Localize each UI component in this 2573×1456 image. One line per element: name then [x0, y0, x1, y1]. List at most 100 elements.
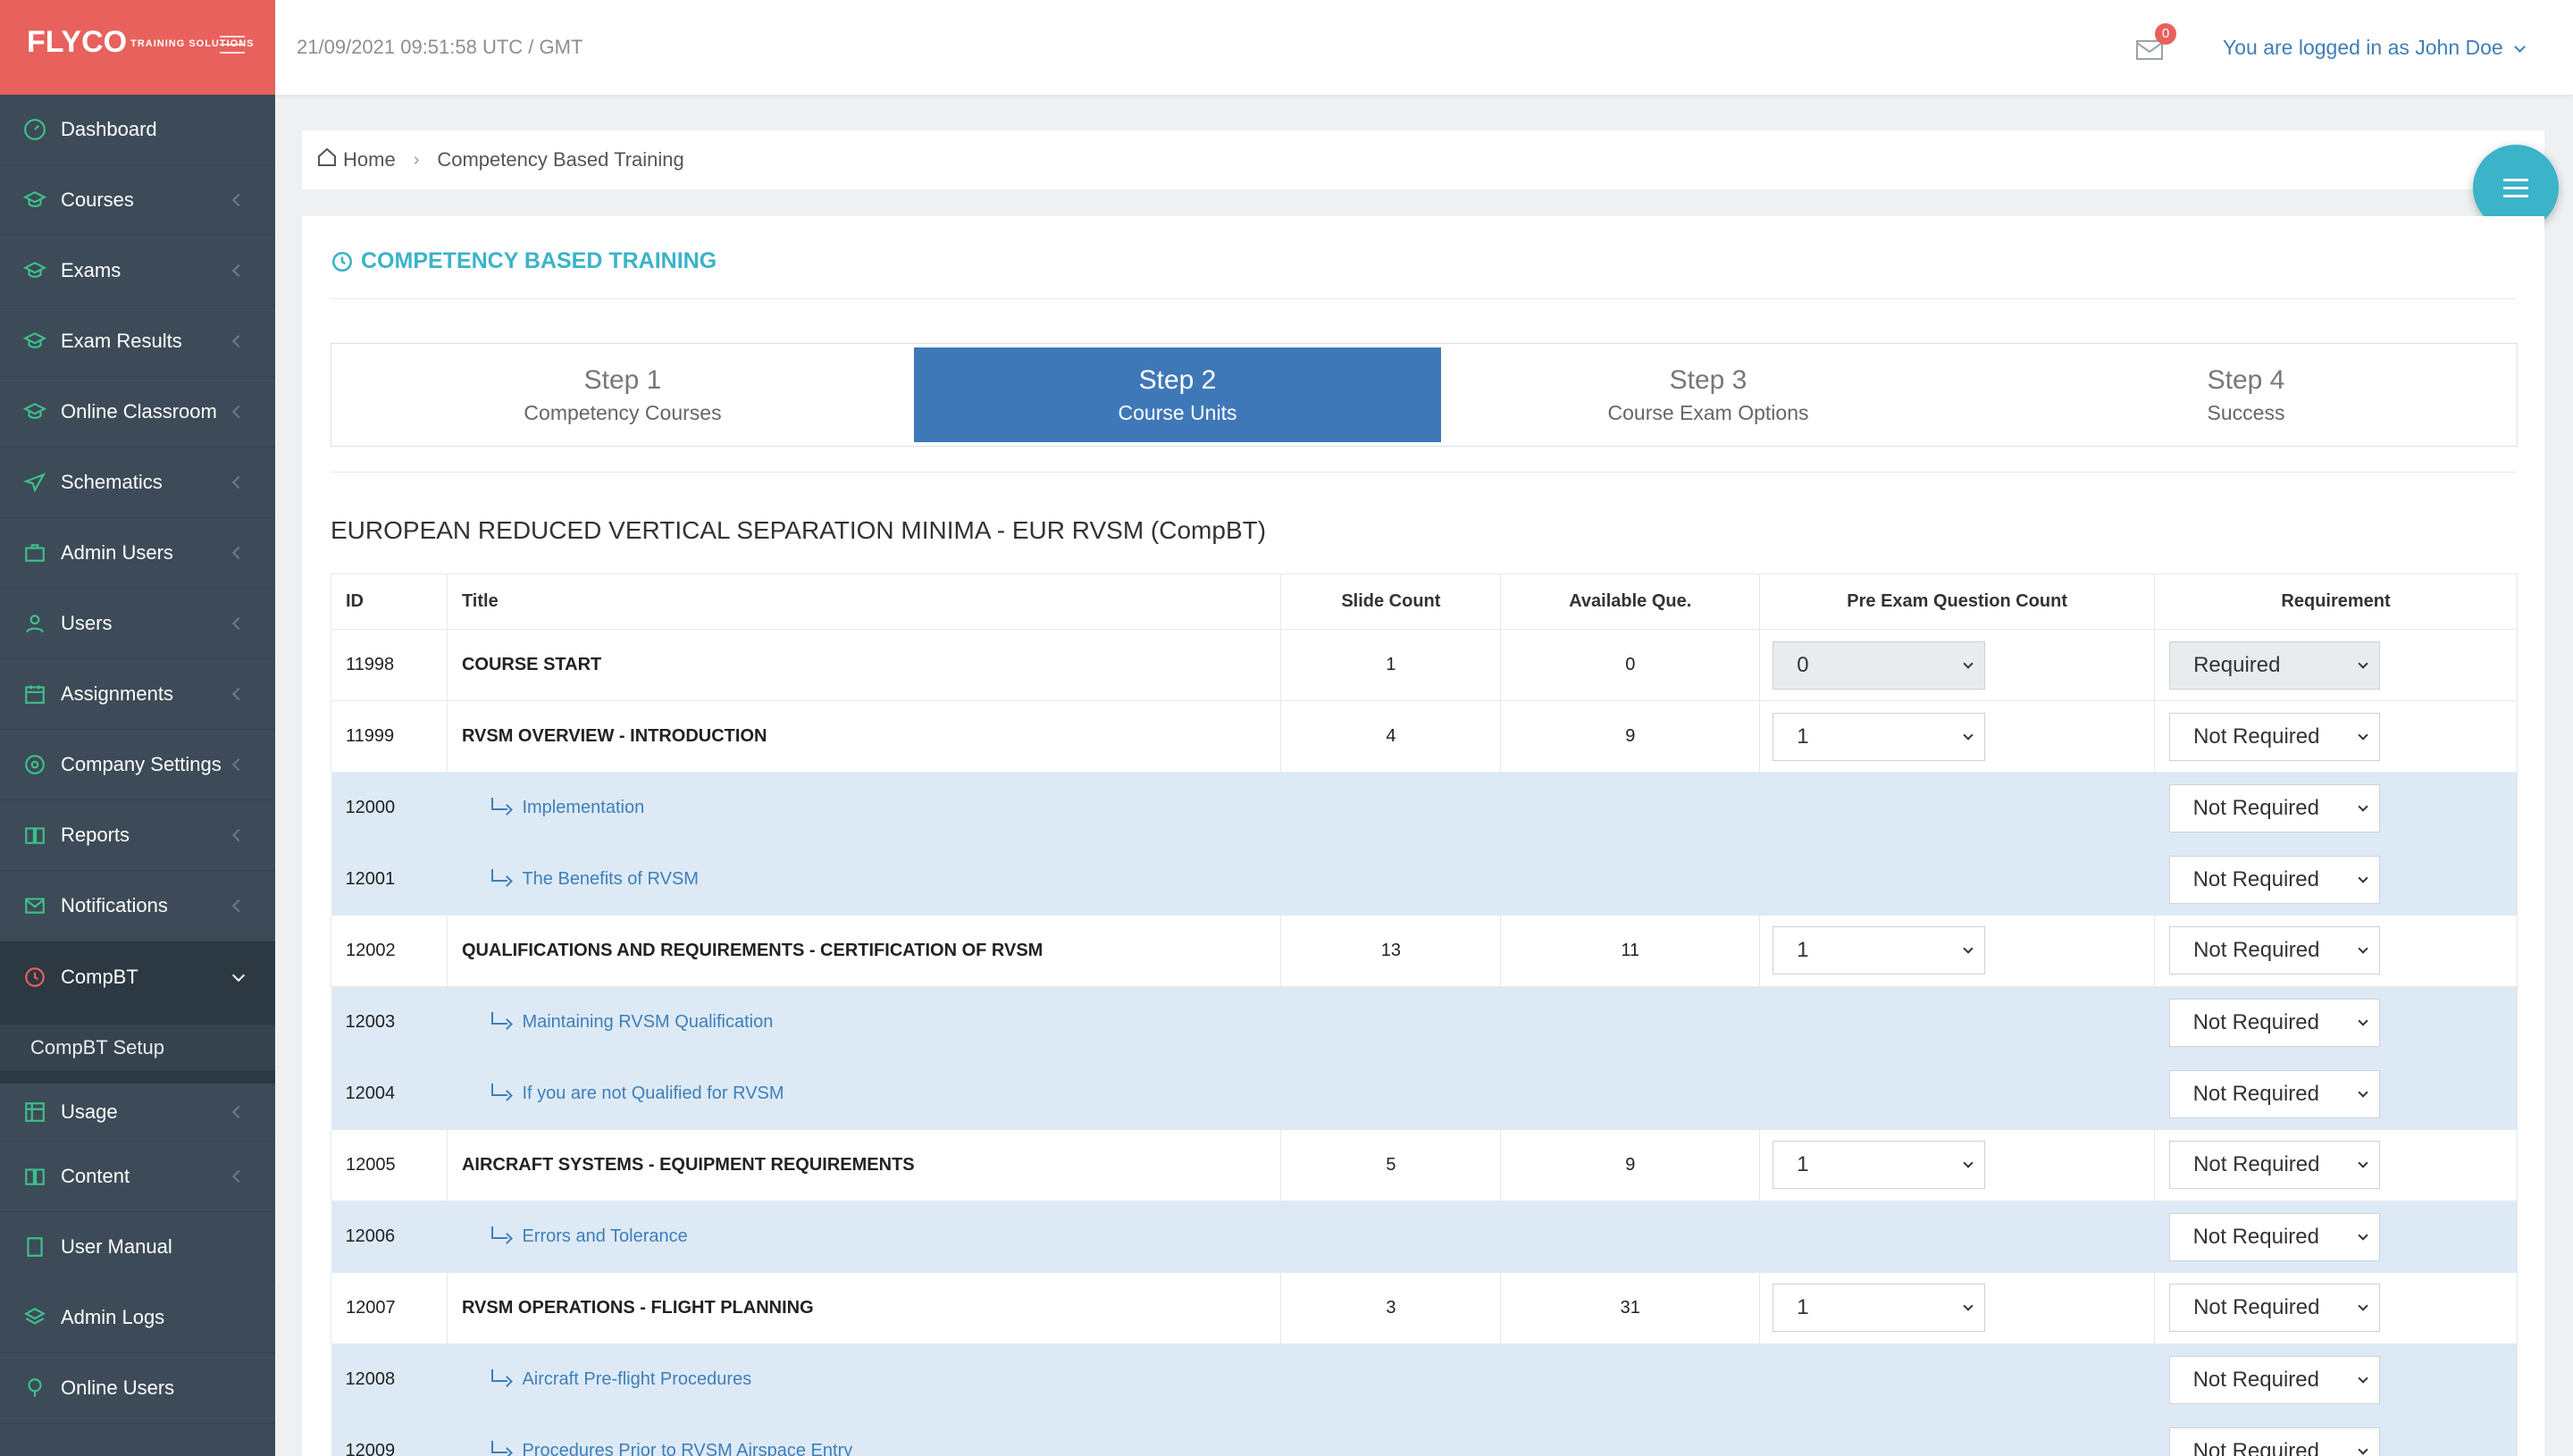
grid-icon — [23, 1100, 46, 1124]
chevron-down-icon — [2357, 1086, 2368, 1098]
user-menu[interactable]: You are logged in as John Doe — [2223, 36, 2526, 60]
sidebar-item-assignments[interactable]: Assignments — [0, 659, 275, 730]
requirement-select[interactable]: Not Required — [2168, 783, 2380, 833]
step-1[interactable]: Step 1 Competency Courses — [331, 344, 914, 446]
column-header-pre-exam: Pre Exam Question Count — [1759, 573, 2156, 630]
step-3[interactable]: Step 3 Course Exam Options — [1441, 344, 1975, 446]
step-4[interactable]: Step 4 Success — [1975, 344, 2517, 446]
chevron-down-icon — [1963, 1158, 1974, 1168]
sidebar-item-admin-logs[interactable]: Admin Logs — [0, 1283, 275, 1353]
chevron-down-icon — [2357, 1016, 2368, 1026]
sidebar-item-online-classroom[interactable]: Online Classroom — [0, 377, 275, 448]
brand-header: FLYCO TRAINING SOLUTIONS — [0, 0, 275, 95]
requirement-select[interactable]: Not Required — [2169, 1284, 2381, 1333]
sidebar-item-label: Courses — [61, 188, 134, 211]
chevron-down-icon — [2357, 872, 2368, 883]
sidebar-item-dashboard[interactable]: Dashboard — [0, 95, 275, 165]
sidebar-item-company-settings[interactable]: Company Settings — [0, 730, 275, 800]
sidebar-item-compbt[interactable]: CompBT — [0, 941, 275, 1012]
chevron-left-icon — [231, 193, 246, 207]
pre-exam-count-select[interactable]: 1 — [1773, 1141, 1986, 1190]
sidebar-item-label: Dashboard — [61, 118, 157, 140]
pre-exam-count-select[interactable]: 1 — [1773, 1284, 1986, 1333]
sidebar-item-label: Notifications — [61, 894, 168, 916]
requirement-select[interactable]: Not Required — [2168, 1212, 2380, 1261]
sidebar-item-label: Online Users — [61, 1377, 175, 1399]
graduation-cap-icon — [23, 259, 46, 282]
column-header-id: ID — [331, 573, 448, 630]
book-icon — [23, 824, 46, 847]
book-icon — [23, 1165, 46, 1188]
briefcase-icon — [23, 541, 46, 565]
sidebar-item-exam-results[interactable]: Exam Results — [0, 306, 275, 377]
column-header-title: Title — [447, 573, 1282, 630]
chevron-left-icon — [231, 1169, 246, 1184]
return-arrow-icon — [491, 1441, 508, 1453]
requirement-select[interactable]: Not Required — [2168, 855, 2380, 904]
home-icon — [316, 146, 343, 173]
requirement-select[interactable]: Not Required — [2169, 926, 2381, 975]
pre-exam-count-select[interactable]: 1 — [1773, 926, 1986, 975]
breadcrumb-home[interactable]: Home — [343, 148, 396, 172]
graduation-cap-icon — [23, 188, 46, 212]
sidebar-item-online-users[interactable]: Online Users — [0, 1353, 275, 1424]
chevron-down-icon — [1963, 729, 1974, 741]
sidebar-item-label: Admin Logs — [61, 1306, 165, 1328]
pre-exam-count-select[interactable]: 1 — [1773, 712, 1986, 761]
sidebar-item-schematics[interactable]: Schematics — [0, 448, 275, 518]
requirement-select[interactable]: Not Required — [2168, 998, 2380, 1047]
layers-icon — [23, 1306, 46, 1329]
clock-icon — [331, 251, 353, 272]
sidebar-item-reports[interactable]: Reports — [0, 800, 275, 871]
divider — [331, 298, 2516, 299]
pre-exam-count-select[interactable]: 0 — [1773, 640, 1986, 690]
sidebar-item-notifications[interactable]: Notifications — [0, 871, 275, 941]
sidebar-item-users[interactable]: Users — [0, 589, 275, 659]
chevron-left-icon — [231, 616, 246, 631]
table-row: 11998 COURSE START 1 0 0 Required — [331, 629, 2518, 701]
requirement-select[interactable]: Not Required — [2168, 1355, 2380, 1404]
sidebar-item-label: Exams — [61, 259, 122, 281]
step-2[interactable]: Step 2 Course Units — [914, 347, 1441, 442]
requirement-select[interactable]: Required — [2169, 640, 2381, 690]
requirement-select[interactable]: Not Required — [2168, 1427, 2380, 1456]
column-header-available: Available Que. — [1500, 573, 1761, 630]
datetime: 21/09/2021 09:51:58 UTC / GMT — [297, 36, 583, 58]
chevron-left-icon — [231, 405, 246, 419]
table-row-subunit: 12001 The Benefits of RVSM Not Required — [331, 843, 2518, 916]
sidebar-item-user-manual[interactable]: User Manual — [0, 1212, 275, 1283]
chevron-left-icon — [231, 687, 246, 701]
table-row-subunit: 12006 Errors and Tolerance Not Required — [331, 1201, 2518, 1273]
return-arrow-icon — [491, 1369, 508, 1383]
chevron-left-icon — [231, 828, 246, 842]
menu-toggle-icon[interactable] — [220, 36, 245, 55]
plane-icon — [23, 471, 46, 494]
requirement-select[interactable]: Not Required — [2169, 1141, 2381, 1190]
chevron-down-icon — [1963, 657, 1974, 669]
chevron-down-icon — [2358, 657, 2368, 669]
notification-badge: 0 — [2155, 23, 2176, 45]
chevron-down-icon — [231, 968, 246, 982]
breadcrumb-current: Competency Based Training — [437, 148, 684, 171]
course-units-table: ID Title Slide Count Available Que. Pre … — [331, 573, 2518, 1456]
sidebar-item-usage[interactable]: Usage — [0, 1071, 275, 1142]
table-row-subunit: 12003 Maintaining RVSM Qualification Not… — [331, 986, 2518, 1059]
sidebar-item-courses[interactable]: Courses — [0, 165, 275, 236]
sidebar-item-admin-users[interactable]: Admin Users — [0, 518, 275, 589]
sidebar: FLYCO TRAINING SOLUTIONS Dashboard Course… — [0, 0, 275, 1456]
sidebar-item-content[interactable]: Content — [0, 1142, 275, 1212]
requirement-select[interactable]: Not Required — [2169, 712, 2381, 761]
user-menu-label: You are logged in as John Doe — [2223, 36, 2503, 59]
user-icon — [23, 612, 46, 635]
chevron-left-icon — [231, 1105, 246, 1119]
sidebar-item-label: Content — [61, 1165, 130, 1187]
table-row: 12007 RVSM OPERATIONS - FLIGHT PLANNING … — [331, 1272, 2518, 1344]
sidebar-item-label: Schematics — [61, 471, 163, 493]
sidebar-subitem-compbt-setup[interactable]: CompBT Setup — [0, 1012, 275, 1071]
requirement-select[interactable]: Not Required — [2168, 1069, 2380, 1118]
chevron-down-icon — [2357, 1373, 2368, 1384]
table-row-subunit: 12008 Aircraft Pre-flight Procedures Not… — [331, 1343, 2518, 1416]
map-pin-icon — [23, 1377, 46, 1400]
sidebar-item-exams[interactable]: Exams — [0, 236, 275, 306]
return-arrow-icon — [491, 869, 508, 882]
